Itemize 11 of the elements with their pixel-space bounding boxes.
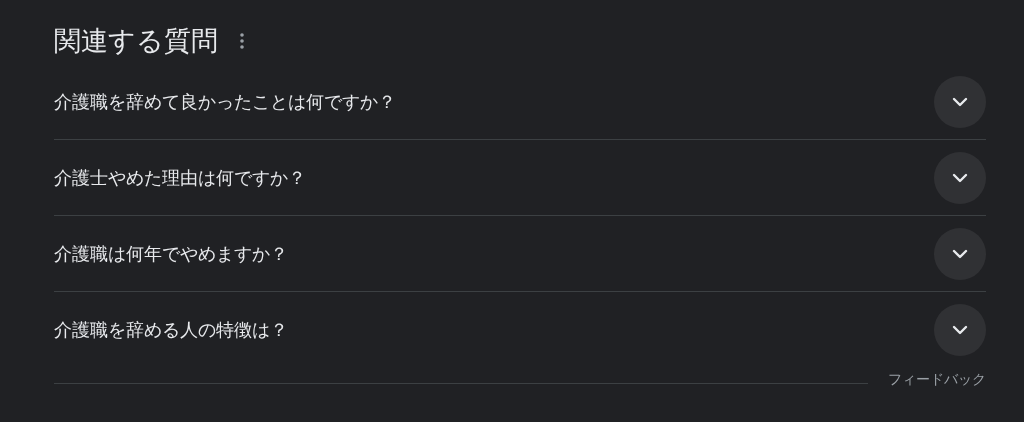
chevron-icon [952, 248, 968, 259]
feedback-link[interactable]: フィードバック [888, 371, 986, 389]
chevron-icon [952, 324, 968, 335]
question-text[interactable]: 介護職を辞める人の特徴は？ [54, 317, 288, 342]
chevron-icon [952, 172, 968, 183]
question-text[interactable]: 介護職を辞めて良かったことは何ですか？ [54, 89, 396, 114]
chevron-icon [952, 96, 968, 107]
question-text[interactable]: 介護士やめた理由は何ですか？ [54, 165, 306, 190]
question-text[interactable]: 介護職は何年でやめますか？ [54, 241, 288, 266]
more-options-icon[interactable] [240, 33, 244, 49]
section-title: 関連する質問 [54, 24, 218, 58]
